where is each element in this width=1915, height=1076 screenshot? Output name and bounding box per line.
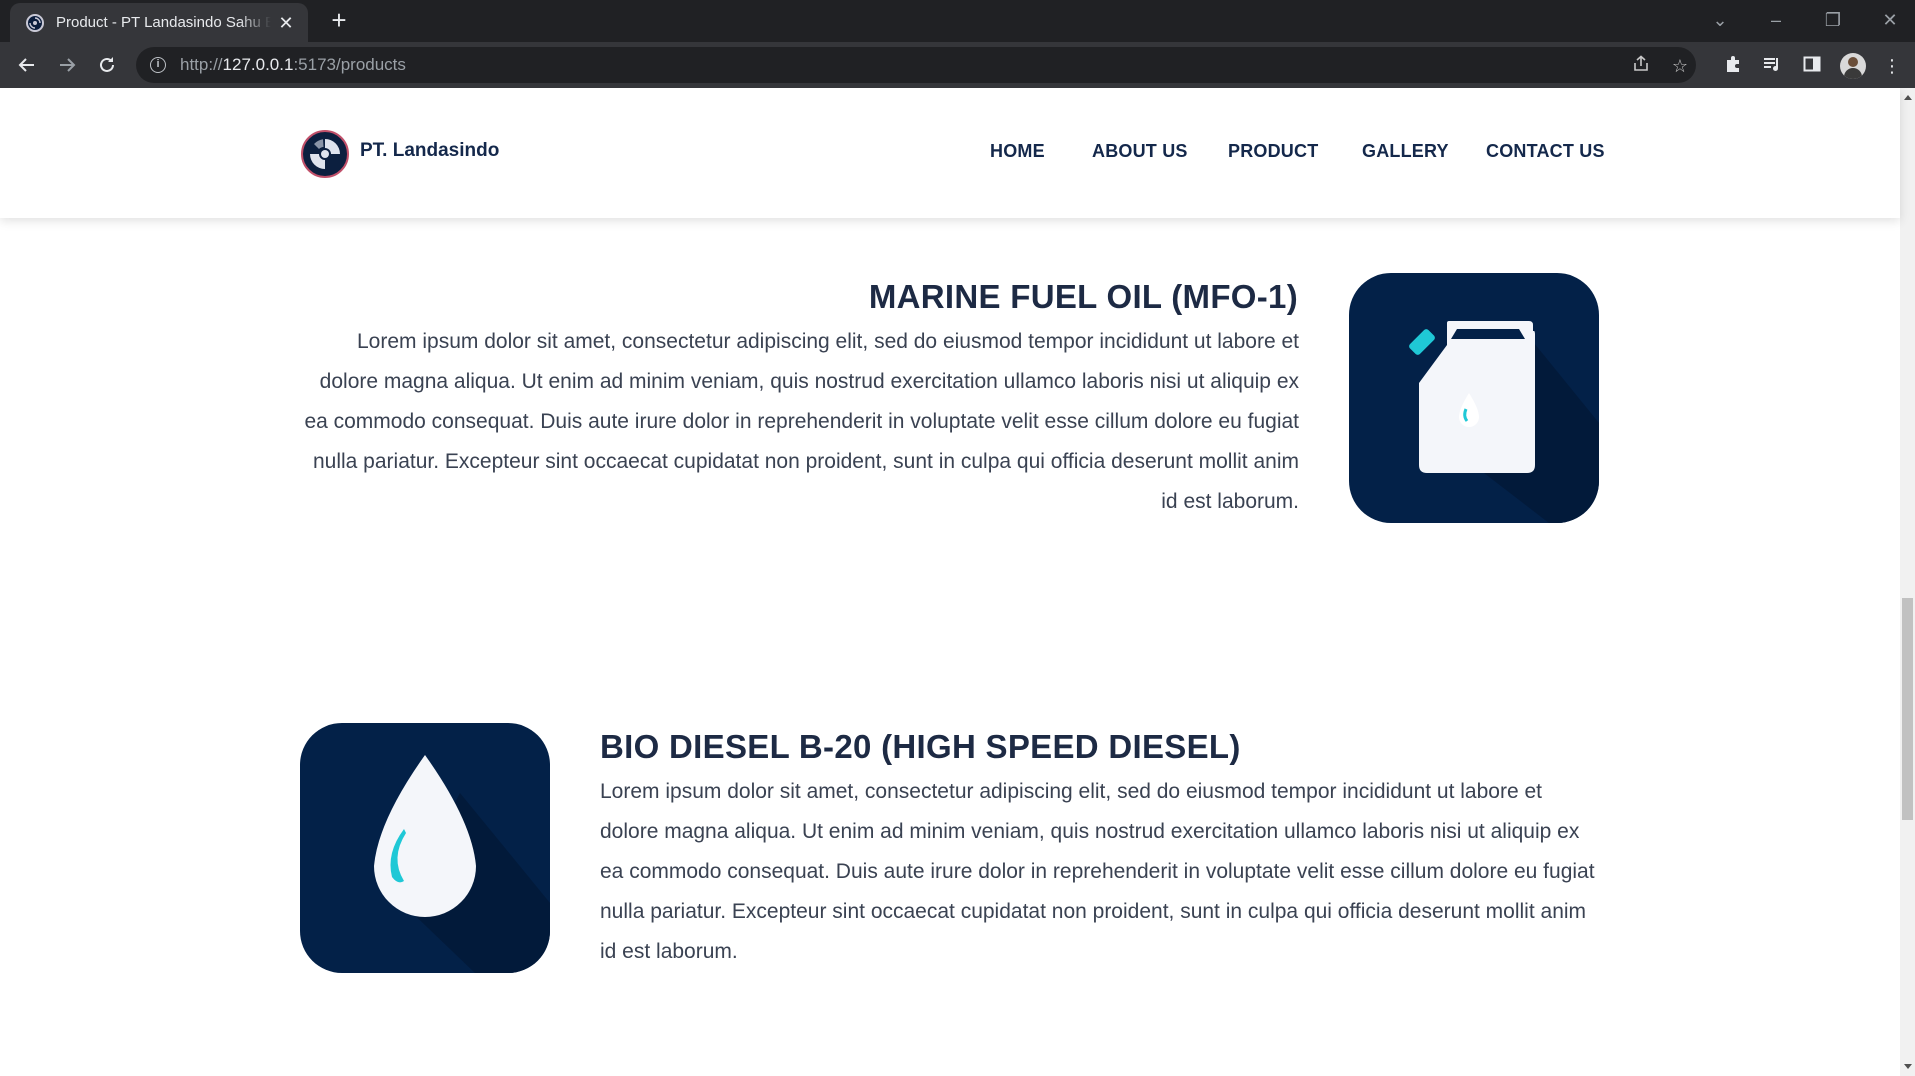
url-text: http://127.0.0.1:5173/products — [180, 55, 406, 74]
site-favicon-icon — [26, 13, 44, 32]
company-logo[interactable] — [301, 130, 349, 178]
browser-tab-bar: Product - PT Landasindo Sahu Bahari ✕ + … — [0, 0, 1915, 42]
side-panel-icon[interactable] — [1800, 54, 1824, 78]
share-icon[interactable] — [1630, 55, 1652, 77]
nav-gallery[interactable]: GALLERY — [1362, 141, 1449, 162]
back-arrow-icon[interactable] — [13, 51, 41, 79]
nav-contact-us[interactable]: CONTACT US — [1486, 141, 1605, 162]
scroll-up-arrow-icon[interactable] — [1904, 95, 1912, 100]
site-info-icon[interactable]: i — [150, 57, 166, 73]
nav-about-us[interactable]: ABOUT US — [1092, 141, 1188, 162]
product-description: Lorem ipsum dolor sit amet, consectetur … — [600, 780, 1595, 963]
product-title: BIO DIESEL B-20 (HIGH SPEED DIESEL) — [600, 728, 1241, 765]
address-bar[interactable]: i http://127.0.0.1:5173/products ☆ — [136, 47, 1696, 83]
browser-menu-icon[interactable]: ⋮ — [1880, 54, 1904, 78]
reload-icon[interactable] — [93, 51, 121, 79]
bookmark-star-icon[interactable]: ☆ — [1669, 55, 1691, 77]
new-tab-button[interactable]: + — [326, 7, 352, 34]
site-header: PT. Landasindo HOME ABOUT US PRODUCT GAL… — [0, 88, 1900, 218]
browser-tab-active[interactable]: Product - PT Landasindo Sahu Bahari ✕ — [10, 3, 308, 42]
profile-avatar[interactable] — [1840, 53, 1866, 79]
extensions-puzzle-icon[interactable] — [1721, 54, 1745, 78]
close-window-icon[interactable]: ✕ — [1870, 6, 1910, 34]
media-queue-icon[interactable] — [1760, 54, 1784, 78]
nav-home[interactable]: HOME — [990, 141, 1045, 162]
tab-title: Product - PT Landasindo Sahu Bahari — [56, 14, 271, 31]
forward-arrow-icon[interactable] — [53, 51, 81, 79]
page-scrollbar[interactable] — [1900, 88, 1915, 1076]
restore-icon[interactable]: ❐ — [1813, 6, 1853, 34]
tab-close-icon[interactable]: ✕ — [276, 13, 296, 33]
nav-product[interactable]: PRODUCT — [1228, 141, 1318, 162]
oil-drop-icon — [300, 723, 550, 973]
product-description: Lorem ipsum dolor sit amet, consectetur … — [304, 330, 1299, 513]
product-title: MARINE FUEL OIL (MFO-1) — [868, 278, 1298, 315]
fuel-jerrycan-icon — [1349, 273, 1599, 523]
minimize-icon[interactable]: – — [1756, 6, 1796, 34]
page-viewport: PT. Landasindo HOME ABOUT US PRODUCT GAL… — [0, 88, 1915, 1076]
brand-name[interactable]: PT. Landasindo — [360, 140, 499, 162]
tab-search-icon[interactable]: ⌄ — [1700, 6, 1740, 34]
scroll-thumb[interactable] — [1902, 598, 1913, 820]
browser-toolbar: i http://127.0.0.1:5173/products ☆ ⋮ — [0, 42, 1915, 88]
scroll-down-arrow-icon[interactable] — [1904, 1064, 1912, 1069]
